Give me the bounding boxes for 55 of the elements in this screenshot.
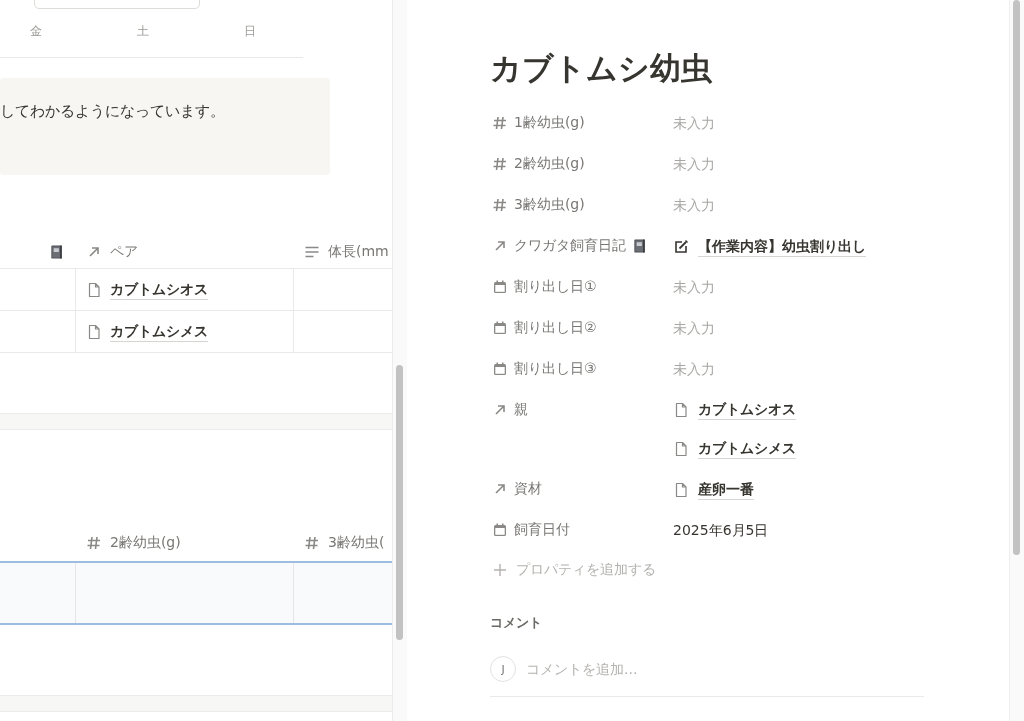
property-label[interactable]: 割り出し日① bbox=[514, 277, 597, 296]
hash-icon bbox=[492, 114, 508, 131]
calendar-icon bbox=[492, 319, 508, 336]
hash-icon bbox=[492, 196, 508, 213]
property-label[interactable]: 割り出し日③ bbox=[514, 359, 597, 378]
comments-heading: コメント bbox=[490, 614, 543, 632]
empty-value[interactable]: 未入力 bbox=[673, 361, 715, 379]
empty-value[interactable]: 未入力 bbox=[673, 115, 715, 133]
page-link[interactable]: カブトムシオス bbox=[698, 399, 796, 420]
property-label[interactable]: クワガタ飼育日記 bbox=[514, 236, 626, 255]
property-label[interactable]: 資材 bbox=[514, 479, 542, 498]
page-link[interactable]: 産卵一番 bbox=[698, 480, 754, 500]
hash-icon bbox=[86, 534, 102, 551]
weekday-label: 日 bbox=[242, 23, 257, 40]
property-label[interactable]: 飼育日付 bbox=[514, 520, 570, 539]
document-icon bbox=[673, 441, 689, 457]
edit-icon bbox=[673, 239, 689, 255]
weekday-label: 金 bbox=[29, 23, 44, 40]
document-icon bbox=[86, 323, 102, 340]
weekday-label: 土 bbox=[136, 23, 150, 40]
document-icon bbox=[673, 401, 689, 418]
empty-value[interactable]: 未入力 bbox=[673, 279, 715, 297]
property-label[interactable]: 割り出し日② bbox=[514, 318, 597, 337]
empty-value[interactable]: 未入力 bbox=[673, 320, 715, 338]
scrollbar[interactable] bbox=[392, 0, 407, 721]
column-header[interactable]: ペア bbox=[110, 242, 138, 261]
column-header[interactable]: 3齢幼虫( bbox=[328, 533, 385, 552]
calendar-icon bbox=[492, 278, 508, 295]
page-link[interactable]: カブトムシオス bbox=[110, 279, 208, 300]
comment-field[interactable]: コメントを追加... bbox=[526, 661, 924, 677]
page-link[interactable]: 【作業内容】幼虫割り出し bbox=[698, 237, 866, 257]
property-label[interactable]: 1齢幼虫(g) bbox=[514, 113, 585, 132]
hash-icon bbox=[304, 534, 320, 551]
property-label[interactable]: 3齢幼虫(g) bbox=[514, 195, 585, 214]
column-header[interactable]: 体長(mm bbox=[328, 242, 389, 261]
hash-icon bbox=[492, 155, 508, 172]
calendar-icon bbox=[492, 360, 508, 377]
book-icon bbox=[632, 237, 647, 254]
page-link[interactable]: カブトムシメス bbox=[110, 321, 208, 342]
table-row[interactable] bbox=[0, 561, 392, 625]
property-label[interactable]: 2齢幼虫(g) bbox=[514, 154, 585, 173]
empty-value[interactable]: 未入力 bbox=[673, 156, 715, 174]
book-icon bbox=[49, 243, 64, 260]
empty-value[interactable]: 未入力 bbox=[673, 197, 715, 215]
calendar-icon bbox=[492, 521, 508, 538]
page-title: カブトムシ幼虫 bbox=[490, 49, 713, 88]
document-icon bbox=[673, 482, 689, 498]
property-label[interactable]: 親 bbox=[514, 400, 528, 419]
page-link[interactable]: カブトムシメス bbox=[698, 439, 796, 459]
plus-icon bbox=[492, 562, 508, 578]
callout-text: してわかるようになっています。 bbox=[0, 101, 226, 122]
date-value[interactable]: 2025年6月5日 bbox=[673, 522, 769, 540]
document-icon bbox=[86, 281, 102, 298]
scrollbar[interactable] bbox=[1009, 0, 1024, 721]
column-header[interactable]: 2齢幼虫(g) bbox=[110, 533, 181, 552]
